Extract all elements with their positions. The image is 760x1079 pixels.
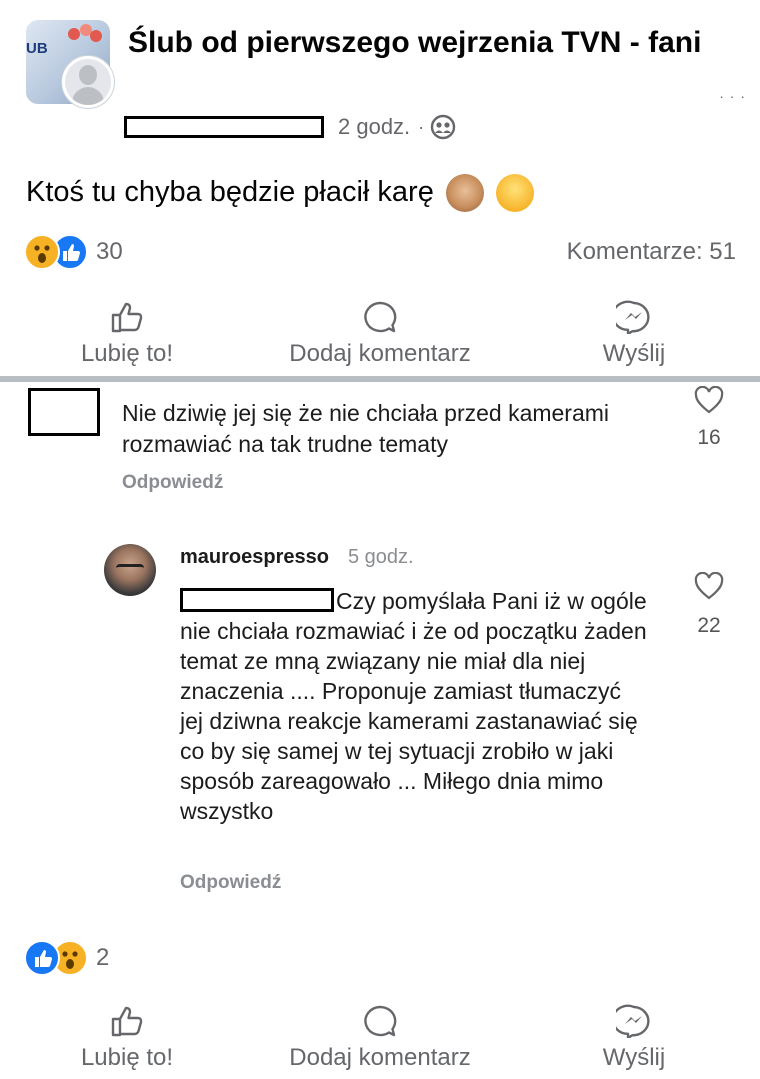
messenger-icon [616,300,650,334]
reaction-count[interactable]: 30 [96,238,123,266]
comment-label: Dodaj komentarz [289,340,471,367]
send-label: Wyślij [602,1044,666,1071]
like-reaction-icon[interactable] [24,940,60,976]
comment-2-text: Czy pomyślała Pani iż w ogóle nie chciał… [180,588,647,824]
hearts-decoration [64,24,104,46]
thumbs-up-icon [111,302,143,333]
group-avatar-text: UB [26,40,48,57]
comment-1-reply-link[interactable]: Odpowiedź [122,472,223,494]
comment-2-heart-icon[interactable] [694,572,724,600]
poster-avatar[interactable] [62,56,114,108]
post-text: Ktoś tu chyba będzie płacił karę [26,172,534,213]
messenger-icon [616,1004,650,1038]
post-meta: 2 godz. · [124,112,456,142]
more-options-icon[interactable]: · · · [719,88,746,104]
comments-count[interactable]: Komentarze: 51 [567,238,736,266]
meta-separator: · [418,116,425,137]
post-header: UB Ślub od pierwszego wejrzenia TVN - fa… [26,20,746,140]
comment-button[interactable]: Dodaj komentarz [270,1004,490,1072]
post-reactions-row: 30 Komentarze: 51 [24,232,736,272]
redacted-author-name [124,116,324,138]
comment-2-body: Czy pomyślała Pani iż w ogóle nie chciał… [180,586,650,826]
mauroespresso-avatar[interactable] [104,544,156,596]
like-label: Lubię to! [80,1044,174,1071]
post-action-bar: Lubię to! Dodaj komentarz Wyślij [0,300,760,376]
group-name[interactable]: Ślub od pierwszego wejrzenia TVN - fani [128,24,728,62]
comment-2-reply-link[interactable]: Odpowiedź [180,872,281,894]
comment-1-like-count: 16 [697,426,721,449]
send-label: Wyślij [602,340,666,367]
comment-2-like-count: 22 [697,614,721,637]
thumbs-up-icon [111,1006,143,1037]
send-button[interactable]: Wyślij [594,1004,674,1072]
see-no-evil-monkey-emoji [445,174,484,213]
send-button[interactable]: Wyślij [594,300,674,368]
comment-2-author[interactable]: mauroespresso [180,546,329,569]
wow-reaction-icon[interactable] [24,234,60,270]
bottom-reaction-count[interactable]: 2 [96,944,109,972]
group-members-icon [430,114,456,140]
like-button[interactable]: Lubię to! [72,300,182,368]
grinning-sweat-emoji [495,174,534,213]
post-text-content: Ktoś tu chyba będzie płacił karę [26,176,434,208]
comment-1-text: Nie dziwię jej się że nie chciała przed … [122,400,610,457]
comment-2-time: 5 godz. [348,546,414,568]
comment-bubble-icon [364,1005,397,1037]
comment-button[interactable]: Dodaj komentarz [270,300,490,368]
redacted-commenter-avatar [28,388,100,436]
post-time[interactable]: 2 godz. [338,114,410,140]
comment-label: Dodaj komentarz [289,1044,471,1071]
bottom-action-bar: Lubię to! Dodaj komentarz Wyślij [0,1004,760,1079]
comment-bubble-icon [364,301,397,333]
like-label: Lubię to! [80,340,174,367]
bottom-reactions-row: 2 [24,938,109,978]
comment-1-heart-icon[interactable] [694,386,724,414]
like-button[interactable]: Lubię to! [72,1004,182,1072]
section-divider [0,376,760,382]
redacted-mention [180,588,334,612]
